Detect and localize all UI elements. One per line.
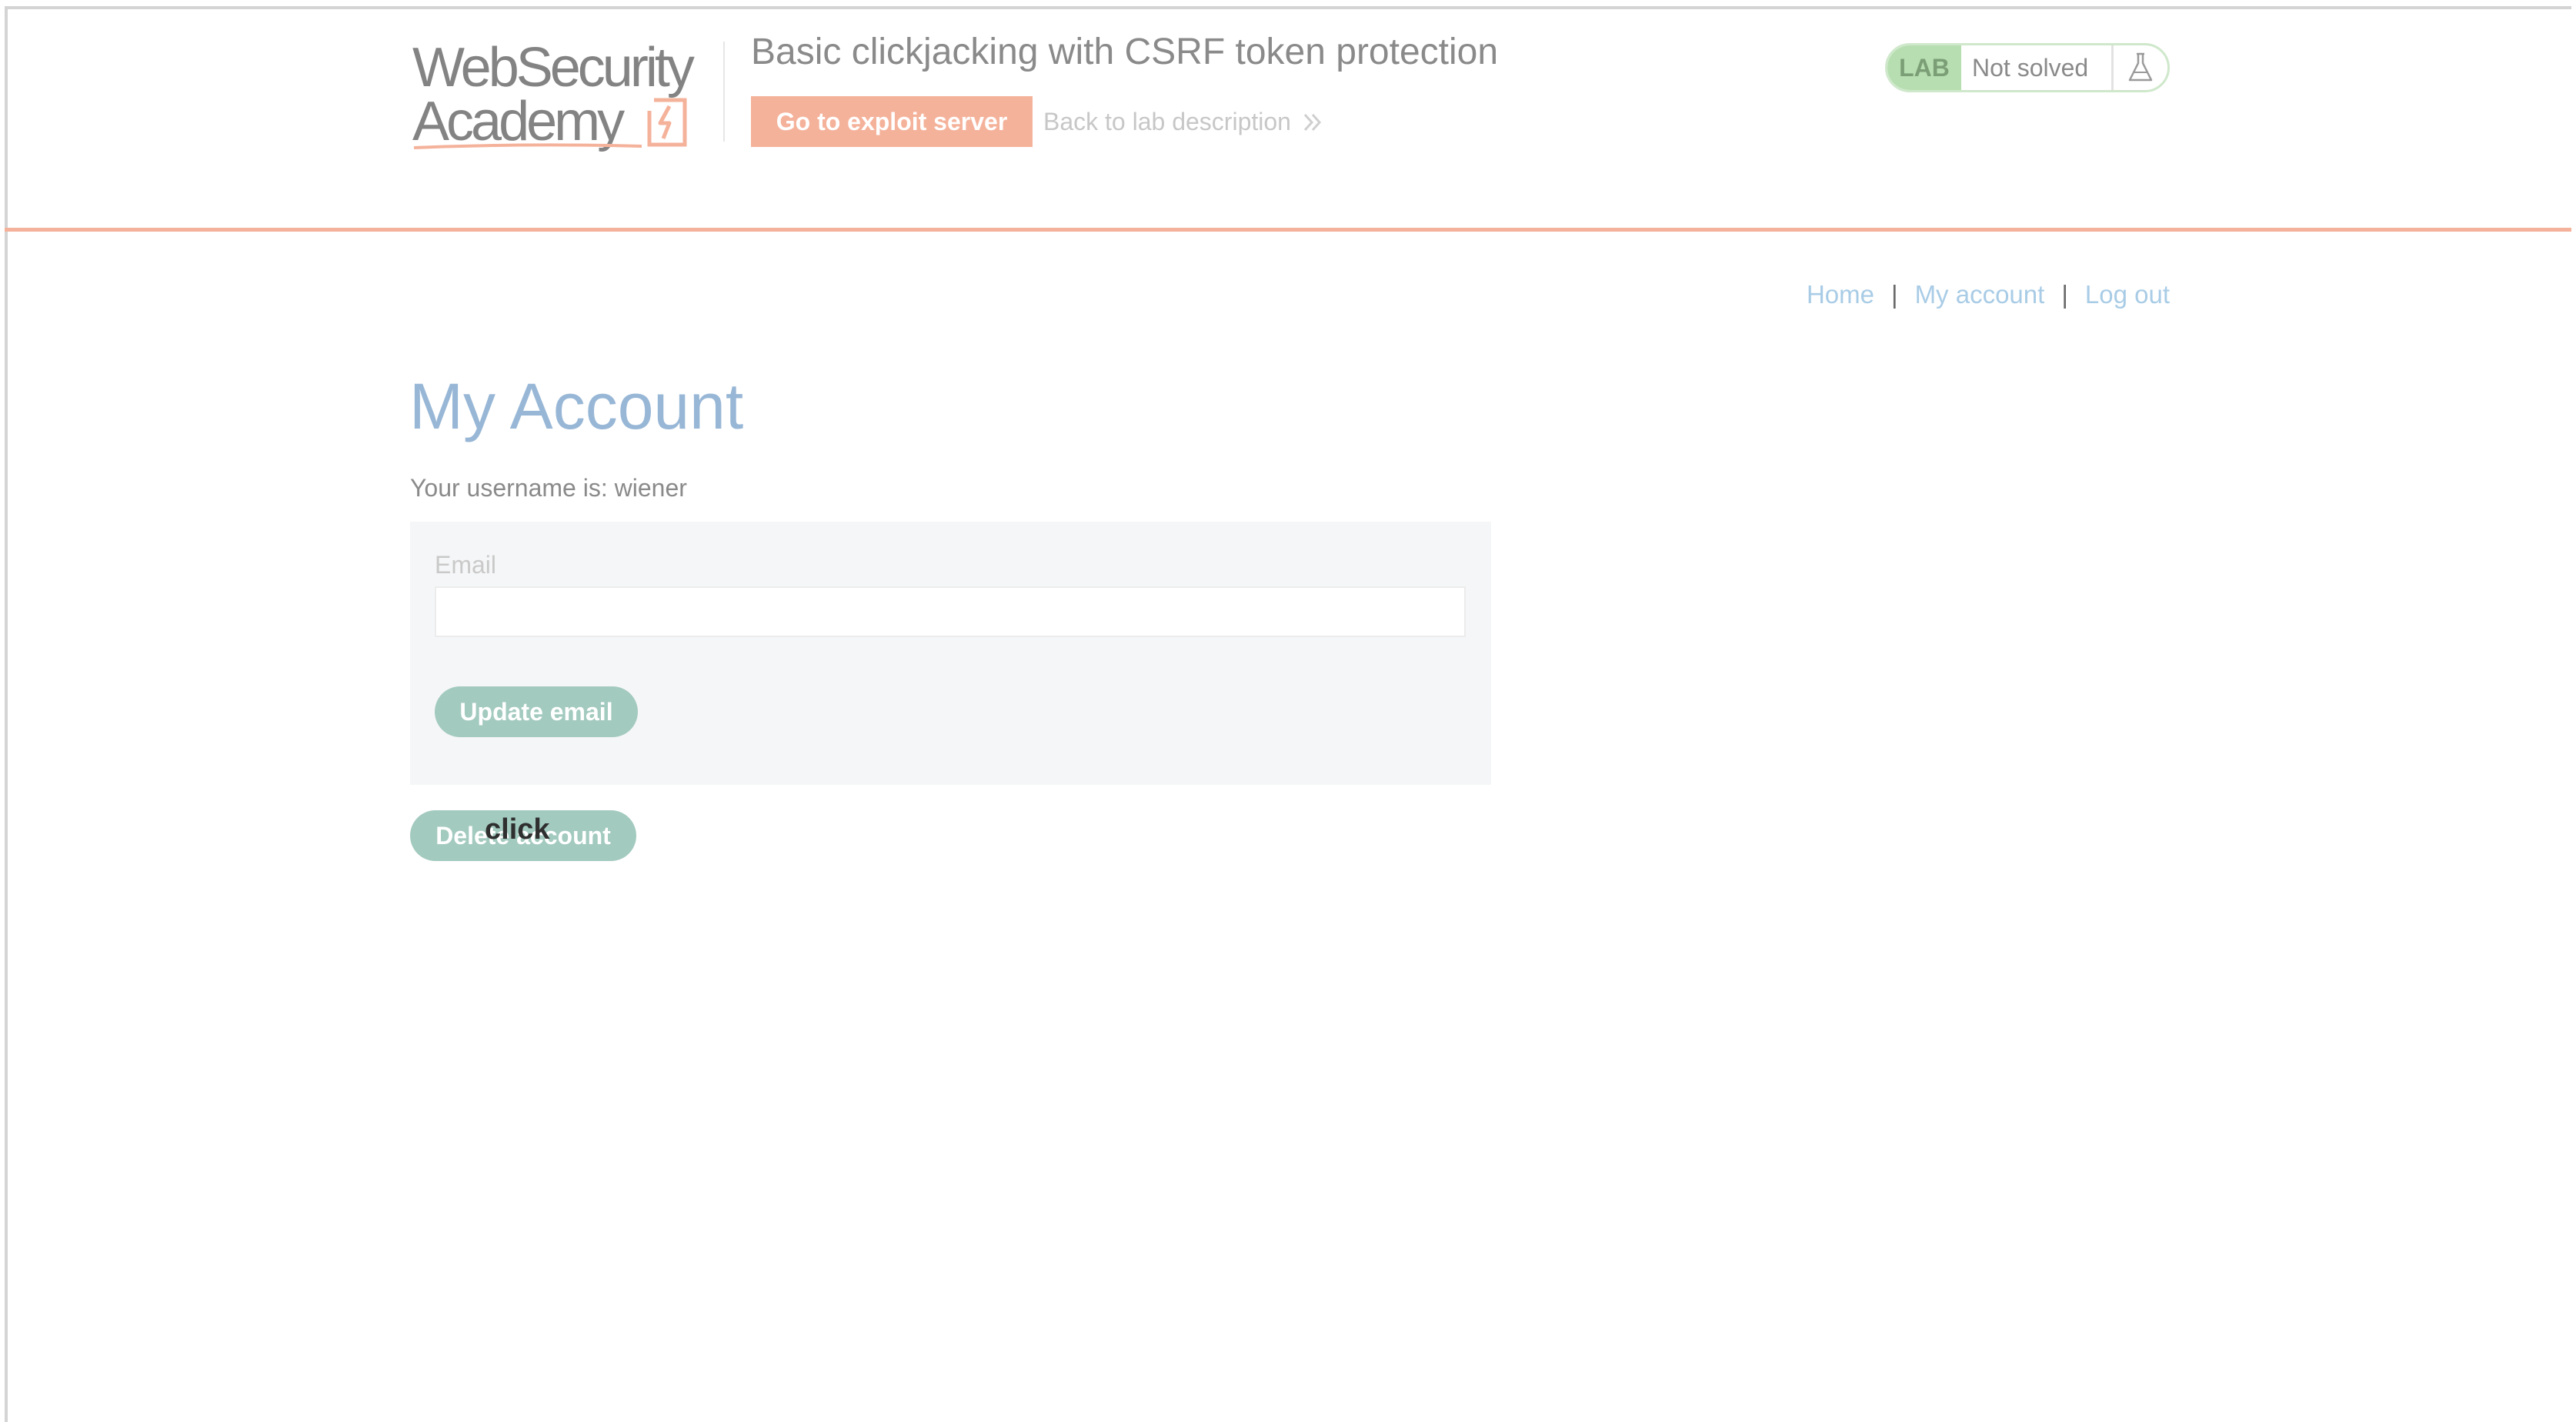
update-email-button[interactable]: Update email [435,686,638,737]
top-nav: Home | My account | Log out [1807,280,2170,309]
nav-home-link[interactable]: Home [1807,280,1874,309]
lightning-bolt-icon [647,98,687,147]
decoy-click-text[interactable]: click [485,813,550,846]
nav-my-account-link[interactable]: My account [1915,280,2045,309]
email-label: Email [435,551,497,579]
update-email-form: Email Update email [410,522,1491,785]
logo-underline [413,143,642,149]
page-title: My Account [409,370,744,442]
web-security-academy-logo[interactable]: WebSecurity Academy [412,40,720,155]
nav-separator: | [2061,280,2068,309]
go-to-exploit-server-button[interactable]: Go to exploit server [751,96,1033,147]
logo-text-line1: WebSecurity [412,37,695,98]
lab-title: Basic clickjacking with CSRF token prote… [751,32,1499,72]
nav-log-out-link[interactable]: Log out [2085,280,2170,309]
double-chevron-right-icon [1303,113,1321,131]
back-to-lab-description-link[interactable]: Back to lab description [1043,108,1323,136]
header-divider [723,42,725,142]
back-link-label: Back to lab description [1043,108,1291,135]
lab-status-widget: LAB Not solved [1885,43,2170,92]
header-separator [5,228,2571,232]
email-input[interactable] [435,586,1466,637]
username-text: Your username is: wiener [410,474,687,502]
nav-separator: | [1890,280,1898,309]
lab-badge: LAB [1887,45,1961,90]
flask-icon [2114,45,2167,90]
lab-status-text: Not solved [1961,45,2114,90]
